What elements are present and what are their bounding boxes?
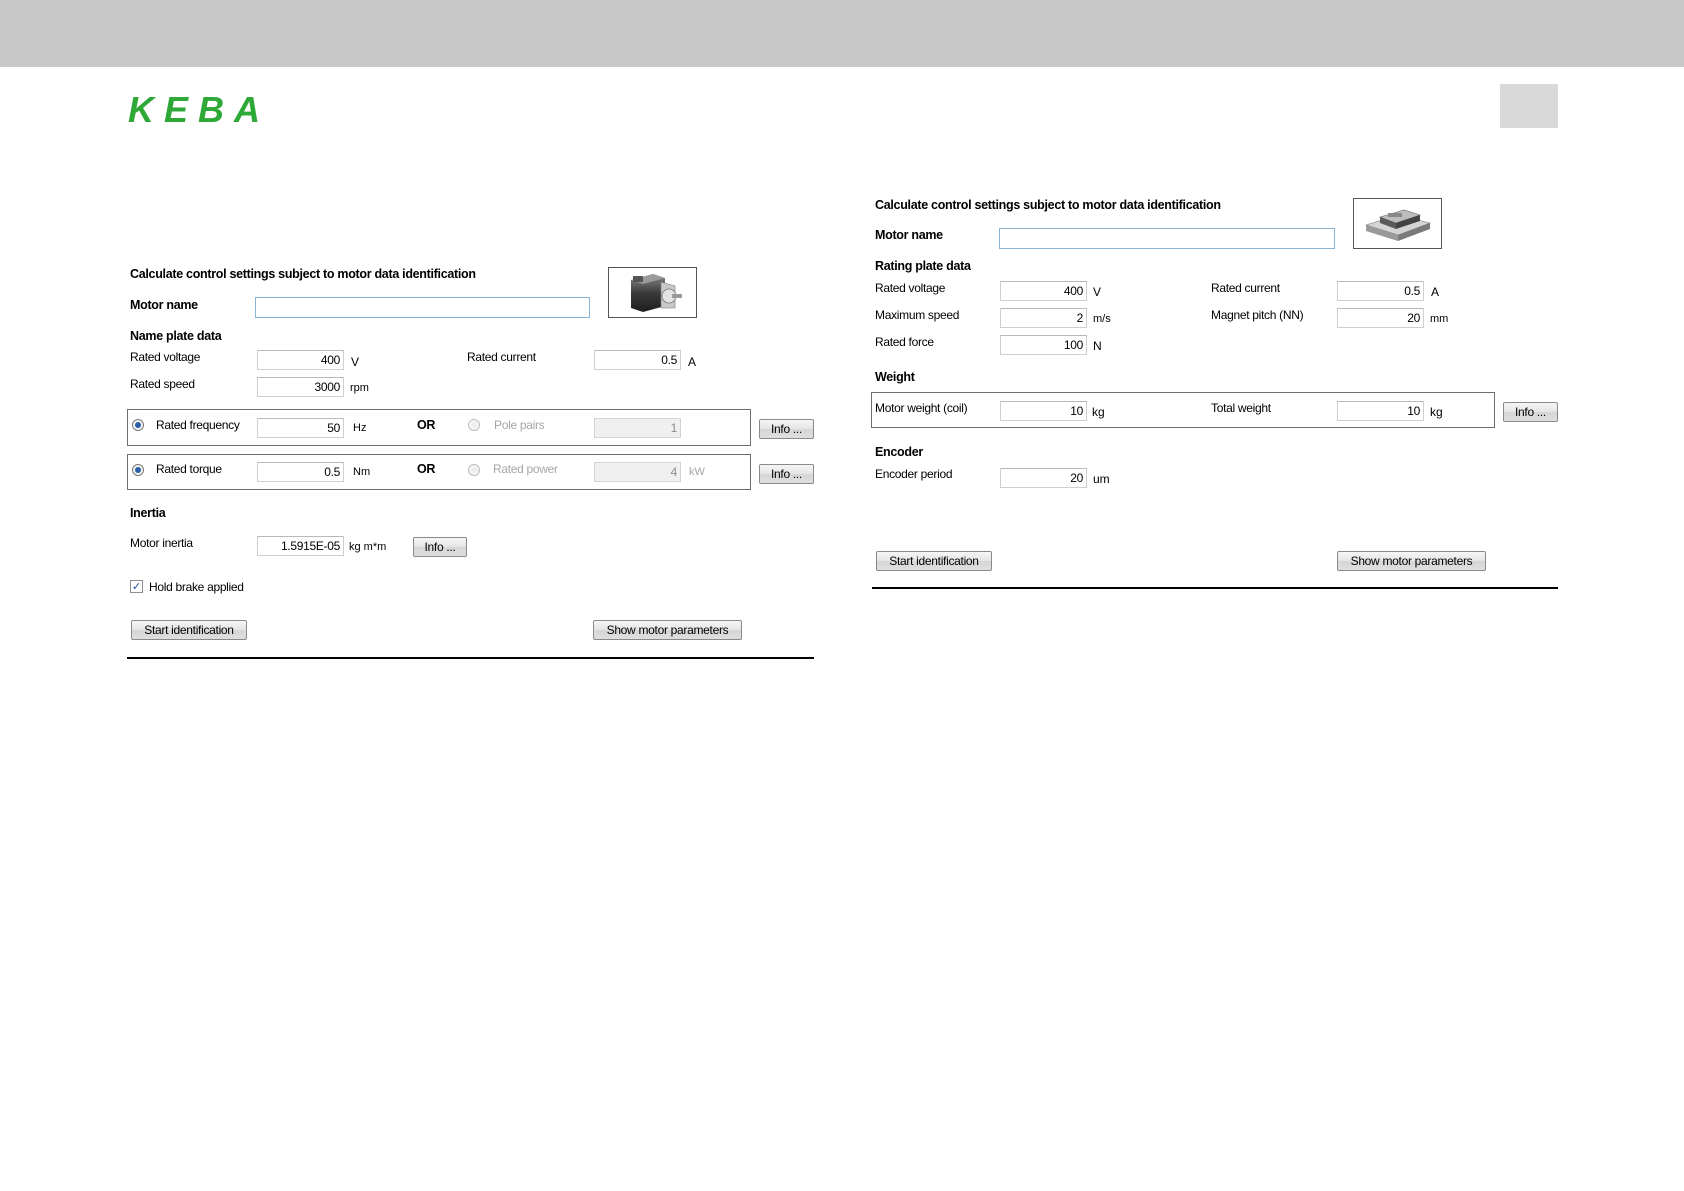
inertia-info-button[interactable]: Info ... xyxy=(413,537,467,557)
maximum-speed-unit: m/s xyxy=(1093,313,1111,325)
rated-force-input[interactable]: 100 xyxy=(1000,335,1087,355)
left-show-motor-parameters-button[interactable]: Show motor parameters xyxy=(593,620,742,640)
rotary-motor-icon xyxy=(631,274,682,312)
encoder-period-label: Encoder period xyxy=(875,467,953,481)
total-weight-unit: kg xyxy=(1430,405,1443,419)
right-bottom-rule xyxy=(872,587,1558,589)
rated-voltage-label: Rated voltage xyxy=(130,350,201,364)
rated-power-radio[interactable] xyxy=(468,464,480,476)
magnet-pitch-unit: mm xyxy=(1430,313,1449,325)
rated-torque-input[interactable]: 0.5 xyxy=(257,462,344,482)
left-motor-name-input[interactable] xyxy=(255,297,590,318)
left-section-inertia: Inertia xyxy=(130,506,166,520)
right-rated-voltage-label: Rated voltage xyxy=(875,281,946,295)
motor-weight-label: Motor weight (coil) xyxy=(875,401,968,415)
magnet-pitch-input[interactable]: 20 xyxy=(1337,308,1424,328)
right-motor-name-label: Motor name xyxy=(875,228,943,242)
rated-current-input[interactable]: 0.5 xyxy=(594,350,681,370)
rated-speed-input[interactable]: 3000 xyxy=(257,377,344,397)
frequency-or-label: OR xyxy=(417,418,436,432)
motor-weight-input[interactable]: 10 xyxy=(1000,401,1087,421)
top-banner xyxy=(0,0,1684,67)
encoder-period-input[interactable]: 20 xyxy=(1000,468,1087,488)
rated-frequency-radio[interactable] xyxy=(132,419,144,431)
total-weight-label: Total weight xyxy=(1211,401,1271,415)
motor-inertia-input[interactable]: 1.5915E-05 xyxy=(257,536,344,556)
rated-torque-radio[interactable] xyxy=(132,464,144,476)
encoder-period-unit: um xyxy=(1093,472,1110,486)
left-bottom-rule xyxy=(127,657,814,659)
rated-power-unit: kW xyxy=(689,466,705,478)
page-number-box xyxy=(1500,84,1558,128)
motor-inertia-label: Motor inertia xyxy=(130,536,193,550)
logo-text: KEBA xyxy=(128,93,264,126)
torque-info-button[interactable]: Info ... xyxy=(759,464,814,484)
rated-torque-label: Rated torque xyxy=(156,462,222,476)
right-rated-voltage-input[interactable]: 400 xyxy=(1000,281,1087,301)
left-start-identification-button[interactable]: Start identification xyxy=(131,620,247,640)
hold-brake-checkbox[interactable]: ✓ xyxy=(130,580,143,593)
right-rated-voltage-unit: V xyxy=(1093,285,1102,299)
left-motor-image xyxy=(608,267,697,318)
hold-brake-label: Hold brake applied xyxy=(149,580,244,594)
rated-speed-label: Rated speed xyxy=(130,377,195,391)
rated-speed-unit: rpm xyxy=(350,382,369,394)
right-rated-current-input[interactable]: 0.5 xyxy=(1337,281,1424,301)
right-motor-name-input[interactable] xyxy=(999,228,1335,249)
keba-logo: KEBA xyxy=(128,93,264,126)
right-section-encoder: Encoder xyxy=(875,445,923,459)
motor-inertia-unit: kg m*m xyxy=(349,541,387,553)
rated-voltage-input[interactable]: 400 xyxy=(257,350,344,370)
pole-pairs-label: Pole pairs xyxy=(494,418,545,432)
pole-pairs-radio[interactable] xyxy=(468,419,480,431)
right-rated-current-unit: A xyxy=(1431,285,1440,299)
magnet-pitch-label: Magnet pitch (NN) xyxy=(1211,308,1304,322)
right-motor-image xyxy=(1353,198,1442,249)
left-motor-name-label: Motor name xyxy=(130,298,198,312)
rated-force-unit: N xyxy=(1093,339,1102,353)
rated-power-input[interactable]: 4 xyxy=(594,462,681,482)
rated-force-label: Rated force xyxy=(875,335,934,349)
rated-power-label: Rated power xyxy=(493,462,558,476)
right-section-weight: Weight xyxy=(875,370,915,384)
right-rated-current-label: Rated current xyxy=(1211,281,1280,295)
weight-info-button[interactable]: Info ... xyxy=(1503,402,1558,422)
rated-torque-unit: Nm xyxy=(353,466,371,478)
maximum-speed-input[interactable]: 2 xyxy=(1000,308,1087,328)
motor-weight-unit: kg xyxy=(1092,405,1105,419)
linear-motor-icon xyxy=(1364,209,1432,241)
total-weight-input[interactable]: 10 xyxy=(1337,401,1424,421)
right-heading: Calculate control settings subject to mo… xyxy=(875,198,1221,212)
rated-frequency-label: Rated frequency xyxy=(156,418,240,432)
left-heading: Calculate control settings subject to mo… xyxy=(130,267,476,281)
rated-current-label: Rated current xyxy=(467,350,536,364)
rated-voltage-unit: V xyxy=(351,355,360,369)
right-start-identification-button[interactable]: Start identification xyxy=(876,551,992,571)
left-section-nameplate: Name plate data xyxy=(130,329,222,343)
rated-current-unit: A xyxy=(688,355,697,369)
rated-frequency-unit: Hz xyxy=(353,422,367,434)
maximum-speed-label: Maximum speed xyxy=(875,308,960,322)
pole-pairs-input[interactable]: 1 xyxy=(594,418,681,438)
right-show-motor-parameters-button[interactable]: Show motor parameters xyxy=(1337,551,1486,571)
right-section-rating: Rating plate data xyxy=(875,259,971,273)
torque-or-label: OR xyxy=(417,462,436,476)
frequency-info-button[interactable]: Info ... xyxy=(759,419,814,439)
rated-frequency-input[interactable]: 50 xyxy=(257,418,344,438)
